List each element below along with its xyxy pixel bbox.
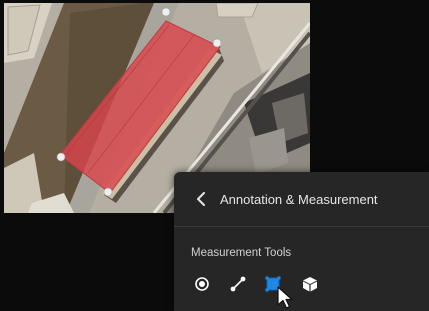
point-measure-button[interactable] [190, 272, 214, 296]
panel-header: Annotation & Measurement [174, 172, 429, 227]
chevron-left-icon [197, 192, 205, 206]
volume-cube-icon [303, 277, 317, 292]
panel-title: Annotation & Measurement [220, 192, 378, 207]
volume-measure-button[interactable] [298, 272, 322, 296]
distance-measure-button[interactable] [226, 272, 250, 296]
annotation-measurement-panel: Annotation & Measurement Measurement Too… [174, 172, 429, 311]
back-button[interactable] [190, 187, 212, 211]
mouse-cursor-icon [277, 286, 293, 309]
line-distance-icon [230, 276, 246, 292]
measurement-tools-label: Measurement Tools [191, 247, 292, 259]
point-target-icon [195, 277, 209, 291]
